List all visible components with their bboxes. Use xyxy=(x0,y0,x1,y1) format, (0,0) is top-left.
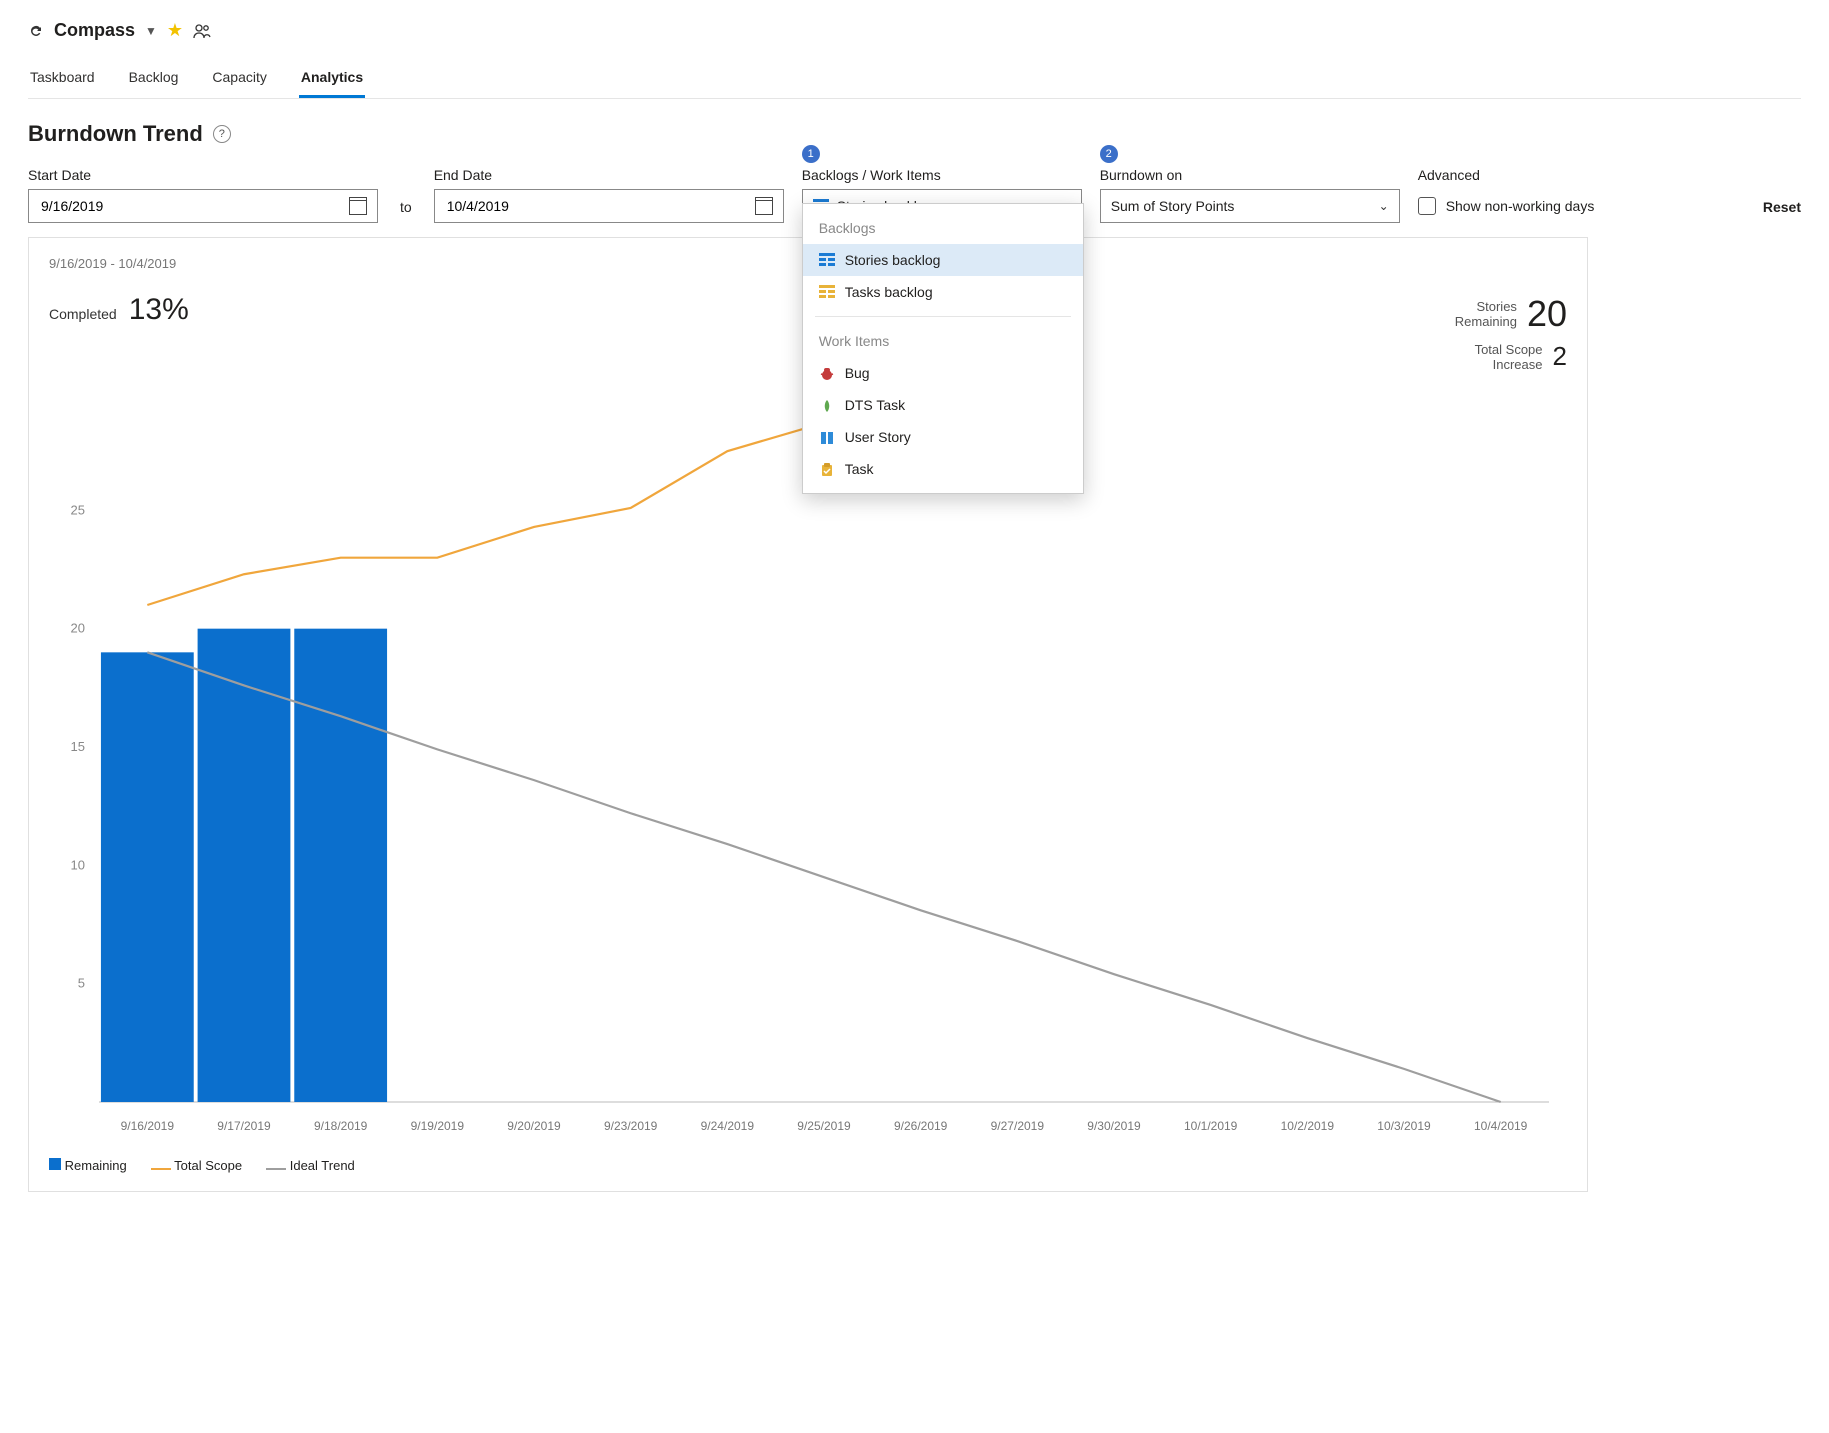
svg-text:10/3/2019: 10/3/2019 xyxy=(1377,1119,1431,1133)
to-label: to xyxy=(396,199,416,223)
show-nonworking-label: Show non-working days xyxy=(1446,198,1595,214)
svg-text:9/18/2019: 9/18/2019 xyxy=(314,1119,368,1133)
tab-backlog[interactable]: Backlog xyxy=(127,59,181,98)
dropdown-item-user-story[interactable]: User Story xyxy=(803,421,1083,453)
svg-text:9/30/2019: 9/30/2019 xyxy=(1087,1119,1141,1133)
svg-text:9/27/2019: 9/27/2019 xyxy=(991,1119,1045,1133)
svg-text:9/17/2019: 9/17/2019 xyxy=(217,1119,271,1133)
svg-text:9/24/2019: 9/24/2019 xyxy=(701,1119,755,1133)
team-members-icon[interactable] xyxy=(193,23,211,39)
chevron-down-icon[interactable]: ▼ xyxy=(145,24,157,38)
start-date-col: Start Date xyxy=(28,167,378,223)
bug-icon xyxy=(819,366,835,380)
svg-text:20: 20 xyxy=(71,621,85,636)
filter-bar: Start Date to End Date 1 Backlogs / Work… xyxy=(28,167,1801,223)
end-date-field[interactable] xyxy=(445,197,755,215)
start-date-field[interactable] xyxy=(39,197,349,215)
tab-analytics[interactable]: Analytics xyxy=(299,59,365,98)
dropdown-item-tasks-backlog[interactable]: Tasks backlog xyxy=(803,276,1083,308)
stories-remaining-value: 20 xyxy=(1527,293,1567,335)
svg-text:25: 25 xyxy=(71,502,85,517)
svg-text:9/19/2019: 9/19/2019 xyxy=(411,1119,465,1133)
burndown-label: Burndown on xyxy=(1100,167,1400,183)
favorite-star-icon[interactable]: ★ xyxy=(167,20,183,41)
dropdown-item-bug[interactable]: Bug xyxy=(803,357,1083,389)
chart-legend: Remaining Total Scope Ideal Trend xyxy=(49,1158,1567,1173)
svg-text:15: 15 xyxy=(71,739,85,754)
advanced-label: Advanced xyxy=(1418,167,1595,183)
dropdown-group-backlogs: Backlogs xyxy=(803,212,1083,244)
dropdown-item-label: Bug xyxy=(845,365,870,381)
calendar-icon[interactable] xyxy=(755,197,773,215)
project-title[interactable]: Compass xyxy=(54,20,135,41)
burndown-chart: 5 10 15 20 25 9/16/2019 9/17/2019 9/18/2019 9/19… xyxy=(49,382,1567,1142)
svg-text:9/16/2019: 9/16/2019 xyxy=(121,1119,175,1133)
dropdown-item-stories-backlog[interactable]: Stories backlog xyxy=(803,244,1083,276)
page-title-row: Burndown Trend ? xyxy=(28,121,1801,147)
dropdown-item-label: User Story xyxy=(845,429,911,445)
tab-bar: Taskboard Backlog Capacity Analytics xyxy=(28,59,1801,99)
dropdown-item-label: Stories backlog xyxy=(845,252,941,268)
dts-icon xyxy=(819,398,835,412)
tab-capacity[interactable]: Capacity xyxy=(210,59,268,98)
coach-badge-2: 2 xyxy=(1100,145,1118,163)
start-date-label: Start Date xyxy=(28,167,378,183)
chevron-down-icon: ⌄ xyxy=(1379,199,1389,213)
project-header: Compass ▼ ★ xyxy=(28,20,1801,41)
show-nonworking-checkbox[interactable] xyxy=(1418,197,1436,215)
svg-text:10: 10 xyxy=(71,857,85,872)
coach-badge-1: 1 xyxy=(802,145,820,163)
calendar-icon[interactable] xyxy=(349,197,367,215)
page-title: Burndown Trend xyxy=(28,121,203,147)
tasks-icon xyxy=(819,285,835,299)
total-scope-value: 2 xyxy=(1553,341,1567,372)
help-icon[interactable]: ? xyxy=(213,125,231,143)
legend-label-remaining: Remaining xyxy=(65,1158,127,1173)
burndown-select[interactable]: Sum of Story Points ⌄ xyxy=(1100,189,1400,223)
backlogs-label: Backlogs / Work Items xyxy=(802,167,1082,183)
svg-text:9/23/2019: 9/23/2019 xyxy=(604,1119,658,1133)
svg-text:9/20/2019: 9/20/2019 xyxy=(507,1119,561,1133)
legend-line-ideal xyxy=(266,1168,286,1170)
end-date-col: End Date xyxy=(434,167,784,223)
legend-swatch-remaining xyxy=(49,1158,61,1170)
legend-line-total xyxy=(151,1168,171,1170)
svg-text:10/2/2019: 10/2/2019 xyxy=(1281,1119,1335,1133)
start-date-input[interactable] xyxy=(28,189,378,223)
legend-label-ideal: Ideal Trend xyxy=(290,1158,355,1173)
dropdown-item-label: Tasks backlog xyxy=(845,284,933,300)
svg-text:10/4/2019: 10/4/2019 xyxy=(1474,1119,1528,1133)
svg-text:9/26/2019: 9/26/2019 xyxy=(894,1119,948,1133)
tab-taskboard[interactable]: Taskboard xyxy=(28,59,97,98)
dropdown-item-dts-task[interactable]: DTS Task xyxy=(803,389,1083,421)
completed-value: 13% xyxy=(129,293,189,327)
svg-text:10/1/2019: 10/1/2019 xyxy=(1184,1119,1238,1133)
stories-icon xyxy=(819,253,835,267)
total-scope-label: Total Scope Increase xyxy=(1475,342,1543,372)
stories-remaining-label: Stories Remaining xyxy=(1455,299,1517,329)
dropdown-item-label: Task xyxy=(845,461,874,477)
reset-button[interactable]: Reset xyxy=(1763,199,1801,223)
burndown-value: Sum of Story Points xyxy=(1111,198,1371,214)
dropdown-item-label: DTS Task xyxy=(845,397,905,413)
end-date-input[interactable] xyxy=(434,189,784,223)
refresh-icon[interactable] xyxy=(28,23,44,39)
legend-label-total: Total Scope xyxy=(174,1158,242,1173)
svg-text:5: 5 xyxy=(78,976,85,991)
task-icon xyxy=(819,462,835,476)
dropdown-separator xyxy=(815,316,1071,317)
backlogs-col: 1 Backlogs / Work Items Stories backlog … xyxy=(802,167,1082,223)
burndown-col: 2 Burndown on Sum of Story Points ⌄ xyxy=(1100,167,1400,223)
end-date-label: End Date xyxy=(434,167,784,183)
svg-text:9/25/2019: 9/25/2019 xyxy=(797,1119,851,1133)
backlogs-dropdown: Backlogs Stories backlog Tasks backlog W… xyxy=(802,203,1084,494)
user-story-icon xyxy=(819,430,835,444)
dropdown-group-workitems: Work Items xyxy=(803,325,1083,357)
completed-label: Completed xyxy=(49,306,117,322)
dropdown-item-task[interactable]: Task xyxy=(803,453,1083,485)
advanced-col: Advanced Show non-working days xyxy=(1418,167,1595,223)
